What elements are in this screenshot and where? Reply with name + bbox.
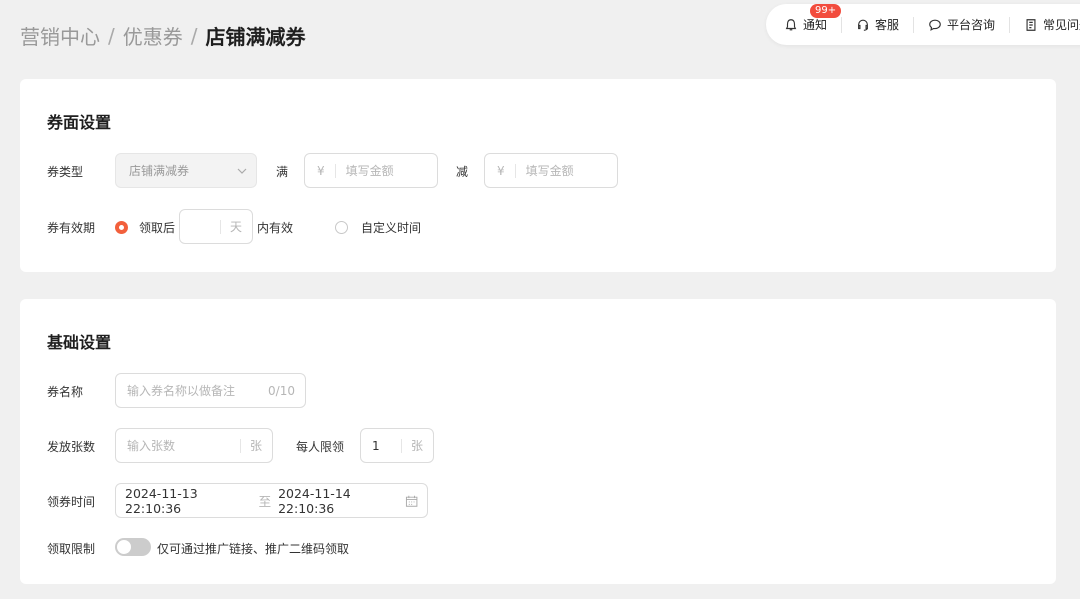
bell-icon xyxy=(785,18,797,30)
coupon-type-select[interactable]: 店铺满减券 xyxy=(115,153,257,188)
minus-label: 减 xyxy=(456,165,469,179)
validity-days-input[interactable]: 天 xyxy=(179,209,253,244)
claim-restriction-toggle[interactable] xyxy=(115,538,151,556)
nav-divider xyxy=(913,16,915,33)
breadcrumb-marketing[interactable]: 营销中心 xyxy=(20,21,100,50)
per-user-limit-value: 1 xyxy=(372,438,380,453)
full-amount-input[interactable]: ¥ 填写金额 xyxy=(304,153,438,188)
service-button[interactable]: 客服 xyxy=(856,16,899,33)
page-title: 店铺满减券 xyxy=(205,25,306,49)
service-label: 客服 xyxy=(875,18,900,32)
headset-icon xyxy=(858,19,868,31)
full-amount-placeholder: 填写金额 xyxy=(345,164,394,178)
per-user-limit-input[interactable]: 1 张 xyxy=(360,428,434,463)
notice-label: 通知 xyxy=(803,18,828,32)
consult-label: 平台咨询 xyxy=(947,18,996,32)
issue-count-label: 发放张数 xyxy=(47,440,96,454)
minus-currency-prefix: ¥ xyxy=(485,163,516,178)
faq-label: 常见问题 xyxy=(1043,18,1080,32)
issue-count-placeholder: 输入张数 xyxy=(127,439,176,453)
coupon-name-label: 券名称 xyxy=(47,385,84,399)
full-label: 满 xyxy=(276,165,289,179)
coupon-face-title: 券面设置 xyxy=(47,113,112,132)
chat-bubble-icon xyxy=(929,19,941,31)
validity-after-label[interactable]: 领取后 xyxy=(139,219,175,236)
consult-button[interactable]: 平台咨询 xyxy=(928,16,995,33)
claim-time-start[interactable]: 2024-11-13 22:10:36 xyxy=(125,486,252,516)
faq-button[interactable]: 常见问题 xyxy=(1024,16,1080,33)
claim-time-end[interactable]: 2024-11-14 22:10:36 xyxy=(278,486,405,516)
coupon-name-counter: 0/10 xyxy=(268,383,295,398)
claim-time-range-picker[interactable]: 2024-11-13 22:10:36 至 2024-11-14 22:10:3… xyxy=(115,483,428,518)
coupon-name-input[interactable]: 输入券名称以做备注 0/10 xyxy=(115,373,306,408)
calendar-icon[interactable] xyxy=(405,494,418,508)
validity-custom-radio[interactable] xyxy=(335,221,348,234)
breadcrumb-separator: / xyxy=(190,23,198,48)
notice-button[interactable]: 通知 99+ xyxy=(784,4,842,33)
nav-divider xyxy=(1009,16,1011,33)
coupon-name-placeholder: 输入券名称以做备注 xyxy=(127,384,236,398)
valid-within-text: 内有效 xyxy=(257,221,294,235)
minus-amount-placeholder: 填写金额 xyxy=(525,164,574,178)
breadcrumb-coupons[interactable]: 优惠券 xyxy=(123,21,183,50)
claim-time-separator: 至 xyxy=(258,494,272,509)
issue-count-unit: 张 xyxy=(239,438,262,453)
coupon-face-card: 券面设置 券类型 店铺满减券 满 ¥ 填写金额 减 ¥ 填写金额 券有效期 领取… xyxy=(20,79,1056,272)
per-user-limit-label: 每人限领 xyxy=(296,440,345,454)
per-user-limit-unit: 张 xyxy=(400,438,423,453)
claim-restriction-text: 仅可通过推广链接、推广二维码领取 xyxy=(157,542,350,556)
document-icon xyxy=(1026,18,1036,31)
basic-settings-title: 基础设置 xyxy=(47,333,112,352)
validity-after-radio[interactable] xyxy=(115,221,128,234)
breadcrumb: 营销中心 / 优惠券 / 店铺满减券 xyxy=(20,21,306,50)
issue-count-input[interactable]: 输入张数 张 xyxy=(115,428,273,463)
full-currency-prefix: ¥ xyxy=(305,163,336,178)
notice-badge: 99+ xyxy=(810,4,842,18)
days-unit: 天 xyxy=(219,219,242,234)
chevron-down-icon xyxy=(237,168,247,174)
claim-time-label: 领券时间 xyxy=(47,495,96,509)
coupon-type-label: 券类型 xyxy=(47,165,84,179)
top-nav: 通知 99+ 客服 平台咨询 常见问题 xyxy=(766,4,1080,45)
validity-label: 券有效期 xyxy=(47,221,96,235)
nav-divider xyxy=(841,16,843,33)
basic-settings-card: 基础设置 券名称 输入券名称以做备注 0/10 发放张数 输入张数 张 每人限领… xyxy=(20,299,1056,584)
minus-amount-input[interactable]: ¥ 填写金额 xyxy=(484,153,618,188)
breadcrumb-separator: / xyxy=(108,23,115,48)
validity-custom-label[interactable]: 自定义时间 xyxy=(361,219,421,236)
coupon-type-value: 店铺满减券 xyxy=(129,164,190,178)
claim-restriction-label: 领取限制 xyxy=(47,542,96,556)
